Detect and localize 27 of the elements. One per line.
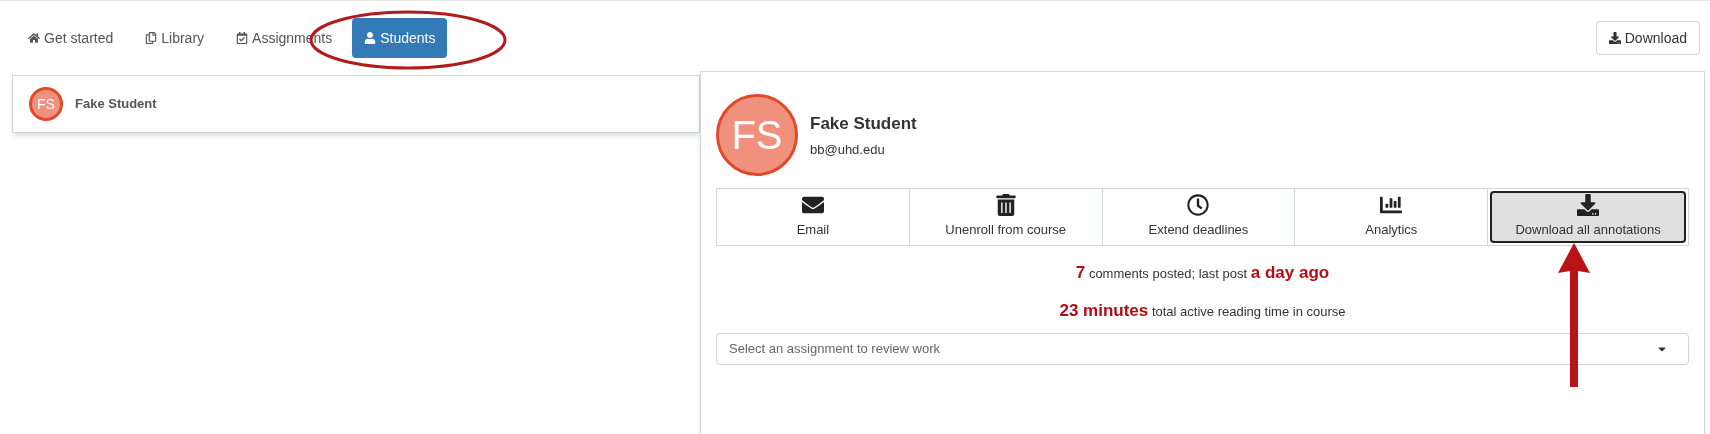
action-button[interactable]: Analytics [1295,189,1489,245]
select-placeholder: Select an assignment to review work [729,340,940,359]
calendar-icon [236,32,249,44]
action-button[interactable]: Download all annotations [1490,191,1686,243]
clock-icon [1187,194,1210,217]
student-list-item[interactable]: FS Fake Student [12,75,700,133]
nav-tab[interactable]: Library [133,18,217,58]
download-icon [1577,194,1600,217]
copy-icon [145,32,158,44]
profile-avatar: FS [716,94,798,176]
student-avatar: FS [29,87,63,121]
user-icon [364,32,377,44]
nav-tab[interactable]: Get started [16,18,126,58]
assignment-select[interactable]: Select an assignment to review work [716,333,1689,365]
action-button[interactable]: Extend deadlines [1102,189,1296,245]
trash-icon [994,194,1017,217]
download-icon [1608,32,1621,44]
stat-line: 7 comments posted; last post a day ago [1075,262,1330,284]
download-button[interactable]: Download [1595,21,1700,55]
profile-email: bb@uhd.edu [810,141,886,159]
action-button[interactable]: Unenroll from course [909,189,1103,245]
profile-name: Fake Student [810,112,917,135]
action-button[interactable]: Email [717,189,910,245]
stat-line: 23 minutes total active reading time in course [1059,299,1346,322]
home-icon [28,32,40,44]
student-name: Fake Student [75,95,157,114]
nav-tab[interactable]: Students [352,18,448,58]
